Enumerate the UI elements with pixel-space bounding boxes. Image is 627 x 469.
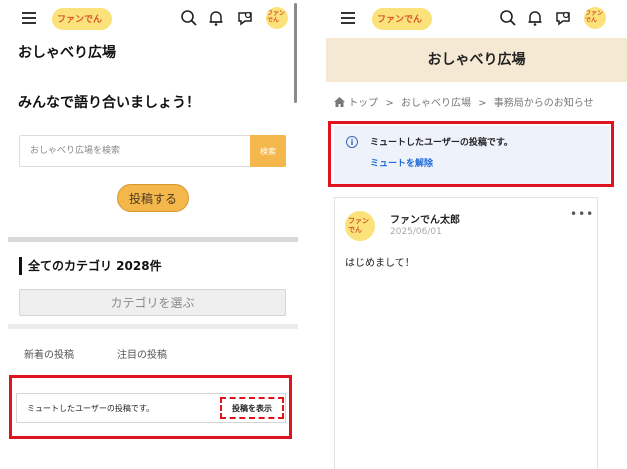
breadcrumb: トップ > おしゃべり広場 > 事務局からのお知らせ — [334, 94, 598, 109]
home-icon — [334, 97, 345, 107]
category-select-button[interactable]: カテゴリを選ぶ — [19, 289, 286, 316]
section-divider — [8, 237, 298, 242]
muted-post-row: ミュートしたユーザーの投稿です。 投稿を表示 — [16, 393, 286, 423]
search-button[interactable]: 検索 — [250, 135, 286, 167]
post-card: ファンでん ファンでん太郎 2025/06/01 ••• はじめまして！ — [334, 197, 598, 469]
avatar-text: ファンでん — [348, 217, 369, 234]
highlight-box — [328, 121, 614, 187]
post-author-name[interactable]: ファンでん太郎 — [390, 211, 460, 226]
breadcrumb-forum[interactable]: おしゃべり広場 — [401, 98, 471, 109]
hamburger-menu-icon[interactable] — [22, 12, 36, 24]
more-options-icon[interactable]: ••• — [570, 207, 594, 221]
breadcrumb-current: 事務局からのお知らせ — [493, 98, 594, 109]
tab-new-posts[interactable]: 新着の投稿 — [24, 346, 74, 361]
left-screen: ファンでん ファンでん おしゃべり広場 みんなで語り合いましょう！ 検索 投稿す… — [0, 0, 300, 469]
breadcrumb-top[interactable]: トップ — [348, 98, 378, 109]
scrollbar[interactable] — [294, 3, 297, 103]
search-icon[interactable] — [180, 9, 198, 27]
logo[interactable]: ファンでん — [372, 8, 432, 30]
user-avatar[interactable]: ファンでん — [266, 7, 288, 29]
panel-gap — [300, 0, 326, 469]
logo[interactable]: ファンでん — [52, 8, 112, 30]
search-icon[interactable] — [499, 9, 517, 27]
breadcrumb-separator: > — [385, 98, 394, 109]
page-title: おしゃべり広場 — [18, 45, 116, 61]
user-avatar[interactable]: ファンでん — [584, 7, 606, 29]
post-date: 2025/06/01 — [390, 227, 442, 237]
chat-icon[interactable] — [554, 9, 572, 27]
section-divider — [8, 324, 298, 329]
category-heading: 全てのカテゴリ 2028件 — [19, 257, 162, 275]
post-author-avatar[interactable]: ファンでん — [345, 211, 375, 241]
search-bar: 検索 — [19, 135, 286, 167]
show-post-button[interactable]: 投稿を表示 — [220, 397, 284, 419]
post-button[interactable]: 投稿する — [117, 184, 189, 212]
logo-text: ファンでん — [57, 15, 103, 25]
app-header: ファンでん ファンでん — [326, 0, 627, 38]
bell-icon[interactable] — [207, 9, 225, 27]
app-header: ファンでん ファンでん — [0, 0, 300, 38]
avatar-text: ファンでん — [585, 10, 604, 24]
page-header-band: おしゃべり広場 — [326, 38, 627, 82]
logo-text: ファンでん — [377, 15, 423, 25]
hamburger-menu-icon[interactable] — [341, 12, 355, 24]
post-body: はじめまして！ — [345, 258, 415, 269]
breadcrumb-separator: > — [478, 98, 487, 109]
chat-icon[interactable] — [236, 9, 254, 27]
page-title: おしゃべり広場 — [427, 52, 526, 68]
right-screen: ファンでん ファンでん おしゃべり広場 トップ > おしゃべり広場 > 事務局か… — [326, 0, 627, 469]
bell-icon[interactable] — [526, 9, 544, 27]
page-subtitle: みんなで語り合いましょう！ — [18, 95, 200, 111]
search-input[interactable] — [19, 135, 250, 167]
tab-featured-posts[interactable]: 注目の投稿 — [117, 346, 167, 361]
muted-post-text: ミュートしたユーザーの投稿です。 — [27, 404, 155, 413]
avatar-text: ファンでん — [267, 10, 286, 24]
